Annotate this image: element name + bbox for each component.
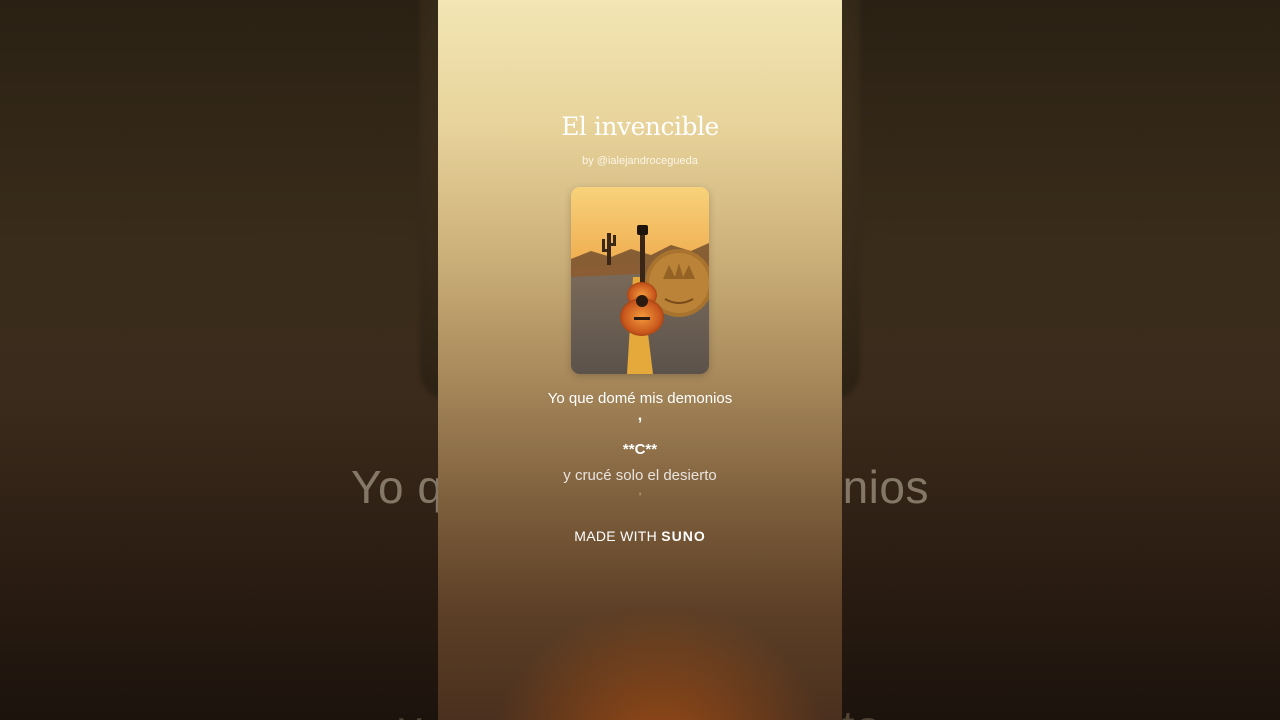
video-frame: Yo que domé mis demonios y crucé solo el… (0, 0, 1280, 720)
suno-logo-text: SUNO (661, 528, 706, 544)
lyric-line-next-comma: , (638, 485, 642, 497)
lyric-video-panel: El invencible by @ialejandrocegueda Yo q… (438, 0, 842, 720)
lyric-section-marker: **C** (622, 441, 658, 458)
cover-art (571, 187, 709, 374)
artist-byline: by @ialejandrocegueda (582, 155, 698, 167)
lyric-line-current-comma: , (637, 407, 643, 424)
made-with-suno-badge: MADE WITH SUNO (438, 528, 842, 544)
lyric-line-current: Yo que domé mis demonios (547, 390, 733, 407)
song-title: El invencible (561, 112, 719, 141)
lyric-line-next: y crucé solo el desierto (563, 467, 717, 484)
guitar-road-icon (571, 187, 709, 374)
made-with-label: MADE WITH (574, 528, 658, 544)
